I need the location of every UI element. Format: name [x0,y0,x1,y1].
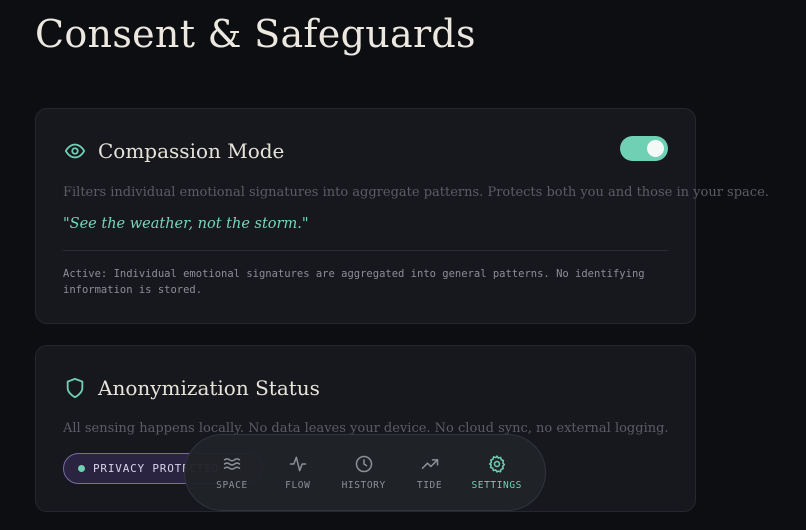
nav-item-flow[interactable]: FLOW [274,454,322,491]
shield-icon [64,377,86,399]
bottom-navigation: SPACE FLOW HISTORY TIDE SETTINGS [184,434,546,511]
nav-label-flow: FLOW [285,480,311,491]
compassion-mode-description: Filters individual emotional signatures … [63,185,769,200]
nav-item-tide[interactable]: TIDE [406,454,454,491]
clock-icon [354,454,374,474]
divider [63,250,668,251]
nav-label-space: SPACE [216,480,248,491]
nav-item-history[interactable]: HISTORY [340,454,388,491]
nav-item-settings[interactable]: SETTINGS [471,454,522,491]
compassion-mode-title: Compassion Mode [98,139,285,163]
compassion-mode-toggle[interactable] [620,136,668,161]
nav-item-space[interactable]: SPACE [208,454,256,491]
eye-icon [64,140,86,162]
nav-label-tide: TIDE [416,480,443,491]
compassion-mode-quote: "See the weather, not the storm." [63,216,309,232]
waves-icon [222,454,242,474]
nav-label-settings: SETTINGS [471,480,522,491]
status-dot [78,465,85,472]
toggle-knob [647,140,664,157]
compassion-mode-header: Compassion Mode [64,139,284,163]
compassion-mode-status: Active: Individual emotional signatures … [63,268,645,296]
trend-icon [420,454,440,474]
page-title: Consent & Safeguards [35,12,476,56]
anonymization-status-title: Anonymization Status [98,376,320,400]
nav-label-history: HISTORY [341,480,386,491]
anonymization-status-header: Anonymization Status [64,376,320,400]
compassion-mode-card: Compassion Mode Filters individual emoti… [35,108,769,324]
gear-icon [487,454,507,474]
pulse-icon [288,454,308,474]
